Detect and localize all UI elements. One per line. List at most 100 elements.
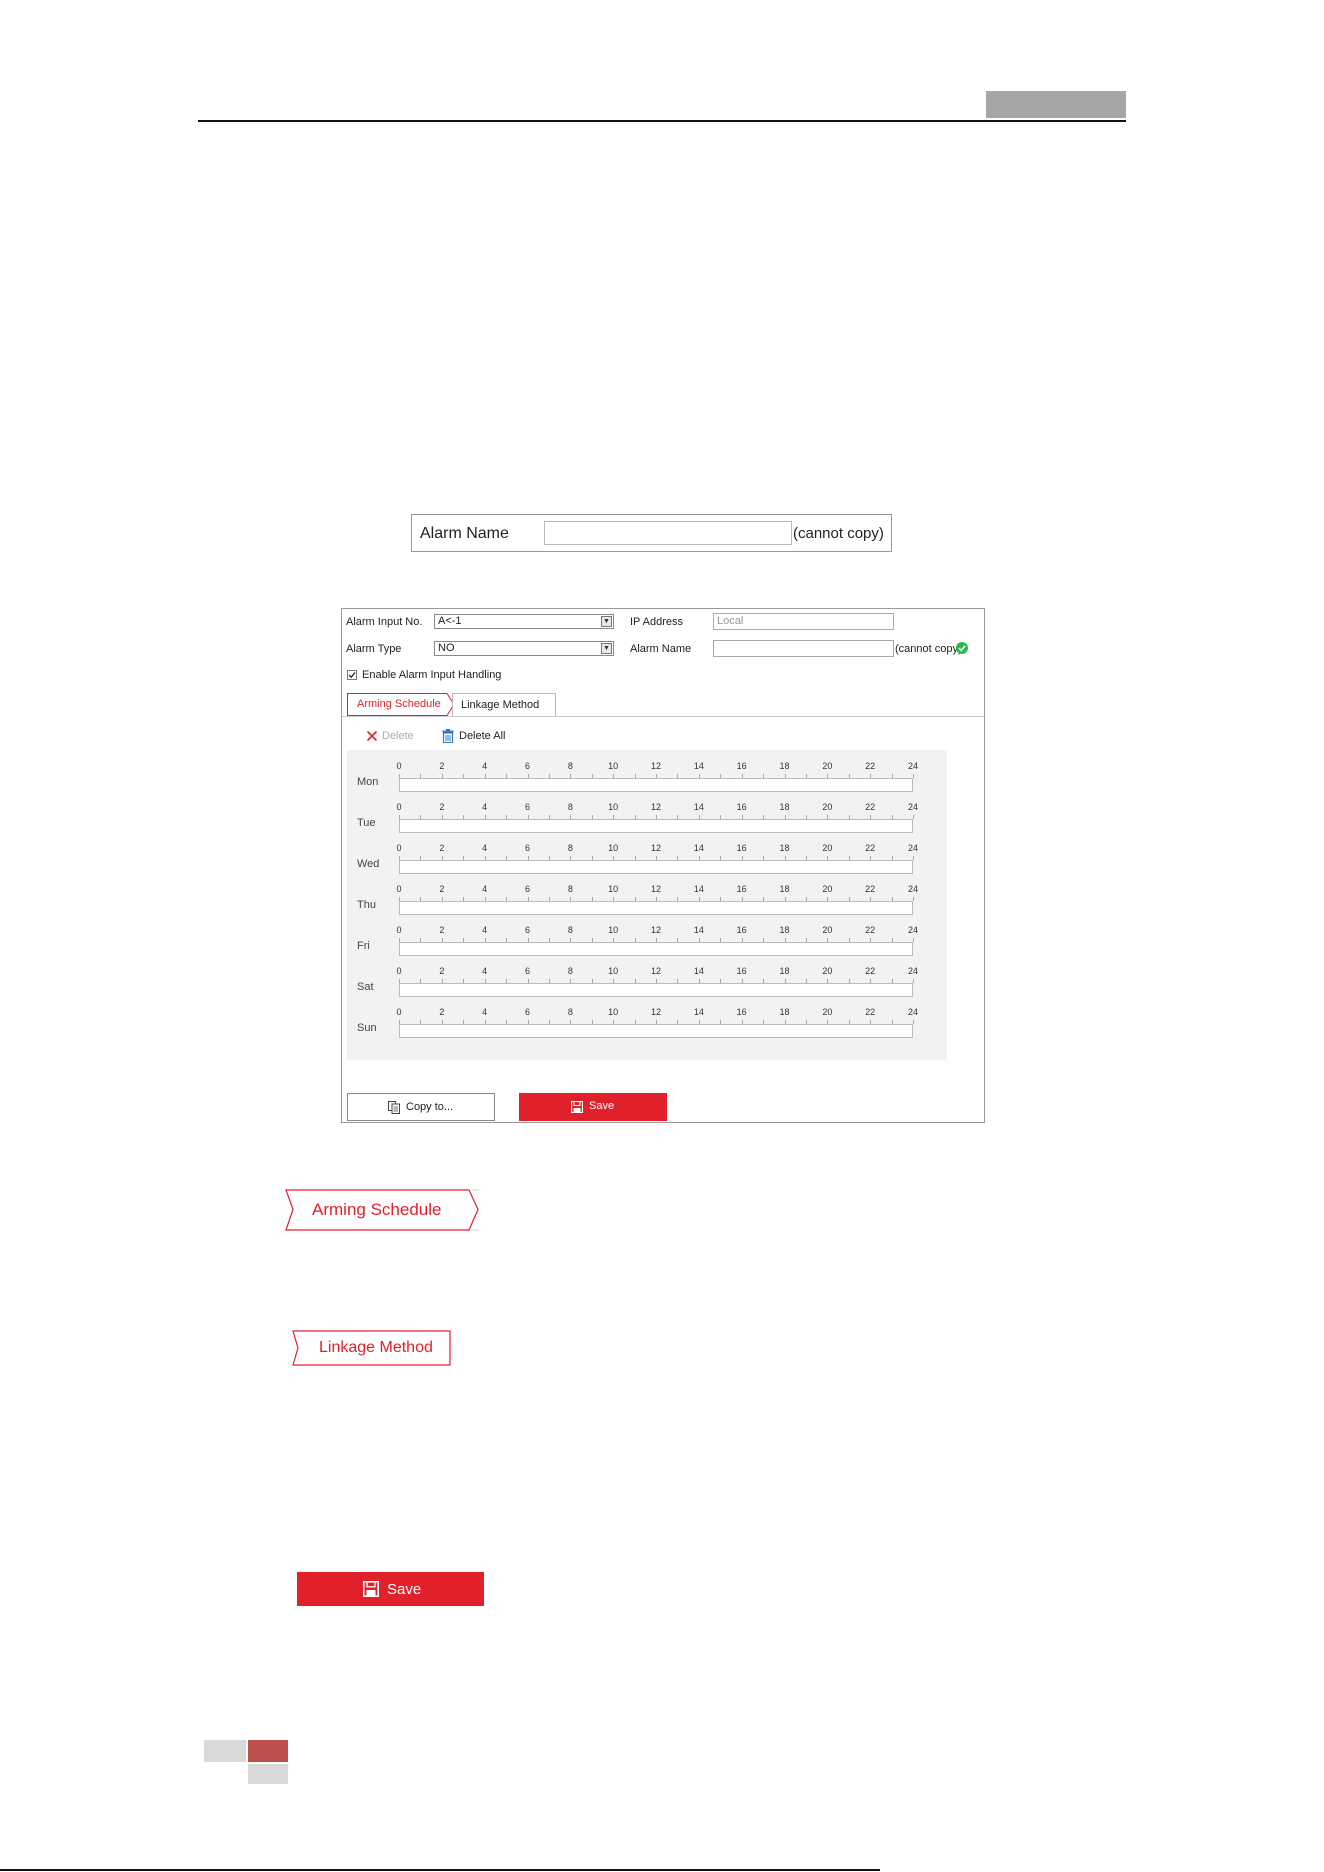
hour-tick-label: 4	[482, 925, 488, 935]
day-label: Sat	[357, 981, 374, 993]
alarm-name-label: Alarm Name	[420, 525, 509, 542]
hour-tick-label: 16	[736, 802, 747, 812]
hour-tick-label: 22	[865, 802, 876, 812]
arming-schedule-tab-illustration[interactable]: Arming Schedule	[285, 1189, 480, 1231]
hour-tick-label: 14	[693, 802, 704, 812]
hour-tick-label: 6	[524, 925, 531, 935]
day-label: Thu	[357, 899, 376, 911]
day-label: Wed	[357, 858, 380, 870]
hour-tick-label: 0	[396, 966, 402, 976]
copy-to-label: Copy to...	[406, 1101, 454, 1113]
hour-tick-label: 0	[396, 843, 402, 853]
hour-tick-label: 18	[779, 761, 790, 771]
cannot-copy-note: (cannot copy)	[793, 525, 884, 542]
hour-tick-label: 2	[439, 761, 445, 771]
hour-tick-label: 18	[779, 925, 790, 935]
hour-tick-label: 8	[567, 966, 573, 976]
hour-tick-label: 8	[567, 884, 573, 894]
hour-tick-label: 20	[822, 761, 833, 771]
hour-tick-label: 6	[524, 802, 531, 812]
schedule-bar-wed[interactable]	[399, 860, 913, 874]
trash-icon[interactable]	[442, 729, 454, 743]
hour-tick-label: 6	[524, 966, 531, 976]
copy-to-button[interactable]: Copy to...	[347, 1093, 495, 1121]
hour-tick-label: 22	[865, 761, 876, 771]
hour-tick-label: 10	[608, 761, 619, 771]
footer-red-block	[248, 1740, 288, 1762]
delete-all-button[interactable]: Delete All	[459, 730, 505, 742]
hour-tick-label: 18	[779, 802, 790, 812]
schedule-bar-fri[interactable]	[399, 942, 913, 956]
tab-divider	[342, 716, 984, 717]
alarm-name-input[interactable]	[544, 521, 792, 545]
chevron-down-icon[interactable]: ▼	[601, 643, 612, 654]
hour-tick-label: 4	[482, 761, 488, 771]
delete-button[interactable]: Delete	[382, 730, 414, 742]
hour-tick-label: 20	[822, 884, 833, 894]
alarm-type-select[interactable]: NO ▼	[434, 641, 614, 656]
hour-tick-label: 0	[396, 925, 402, 935]
hour-tick-label: 24	[907, 1007, 919, 1017]
hour-tick-label: 12	[650, 1007, 662, 1017]
hour-tick-label: 14	[693, 884, 704, 894]
alarm-name-field[interactable]	[713, 640, 894, 657]
hour-tick-label: 22	[865, 884, 876, 894]
tab-arming-schedule[interactable]: Arming Schedule	[347, 693, 455, 716]
save-button[interactable]: Save	[519, 1093, 667, 1121]
schedule-bar-sat[interactable]	[399, 983, 913, 997]
header-rule	[198, 120, 1126, 122]
linkage-method-tab-illustration[interactable]: Linkage Method	[292, 1330, 452, 1366]
hour-tick-label: 18	[779, 966, 790, 976]
schedule-bar-thu[interactable]	[399, 901, 913, 915]
hour-tick-label: 0	[396, 802, 402, 812]
close-icon[interactable]	[366, 730, 378, 742]
hour-tick-mark	[913, 897, 914, 901]
hour-tick-label: 10	[608, 925, 619, 935]
hour-tick-label: 14	[693, 966, 704, 976]
tab-linkage-method[interactable]: Linkage Method	[452, 693, 556, 716]
alarm-name-label: Alarm Name	[630, 643, 692, 655]
alarm-type-label: Alarm Type	[346, 643, 402, 655]
save-button-illustration[interactable]: Save	[297, 1572, 484, 1606]
chevron-down-icon[interactable]: ▼	[601, 616, 612, 627]
linkage-method-label: Linkage Method	[319, 1339, 433, 1356]
hour-tick-label: 16	[736, 1007, 747, 1017]
hour-tick-mark	[913, 815, 914, 819]
hour-tick-label: 4	[482, 843, 488, 853]
hour-tick-label: 12	[650, 966, 662, 976]
hour-tick-label: 16	[736, 761, 747, 771]
hour-tick-label: 6	[524, 761, 531, 771]
hour-tick-label: 10	[608, 802, 619, 812]
save-icon	[363, 1581, 379, 1597]
day-label: Sun	[357, 1022, 377, 1034]
hour-tick-label: 4	[482, 1007, 488, 1017]
hour-tick-label: 20	[822, 966, 833, 976]
hour-tick-label: 8	[567, 925, 573, 935]
schedule-bar-tue[interactable]	[399, 819, 913, 833]
ip-address-label: IP Address	[630, 616, 683, 628]
alarm-input-no-select[interactable]: A<-1 ▼	[434, 614, 614, 629]
hour-tick-label: 22	[865, 966, 876, 976]
header-gray-block	[986, 91, 1126, 118]
footer-rule	[0, 1869, 880, 1871]
copy-icon	[388, 1101, 400, 1114]
hour-tick-label: 24	[907, 884, 919, 894]
alarm-name-snippet: Alarm Name (cannot copy)	[411, 514, 892, 552]
hour-tick-label: 14	[693, 761, 704, 771]
schedule-bar-mon[interactable]	[399, 778, 913, 792]
enable-handling-checkbox[interactable]	[347, 670, 357, 680]
hour-tick-label: 0	[396, 761, 402, 771]
hour-tick-label: 16	[736, 843, 747, 853]
save-label: Save	[387, 1581, 422, 1598]
save-icon	[571, 1101, 583, 1113]
hour-tick-label: 2	[439, 802, 445, 812]
hour-tick-mark	[913, 774, 914, 778]
hour-tick-label: 12	[650, 925, 662, 935]
hour-tick-label: 2	[439, 843, 445, 853]
checkmark-icon	[348, 672, 356, 679]
hour-tick-mark	[913, 938, 914, 942]
schedule-bar-sun[interactable]	[399, 1024, 913, 1038]
ip-address-input[interactable]: Local	[713, 613, 894, 630]
hour-tick-label: 10	[608, 966, 619, 976]
arming-schedule-label: Arming Schedule	[312, 1200, 442, 1219]
